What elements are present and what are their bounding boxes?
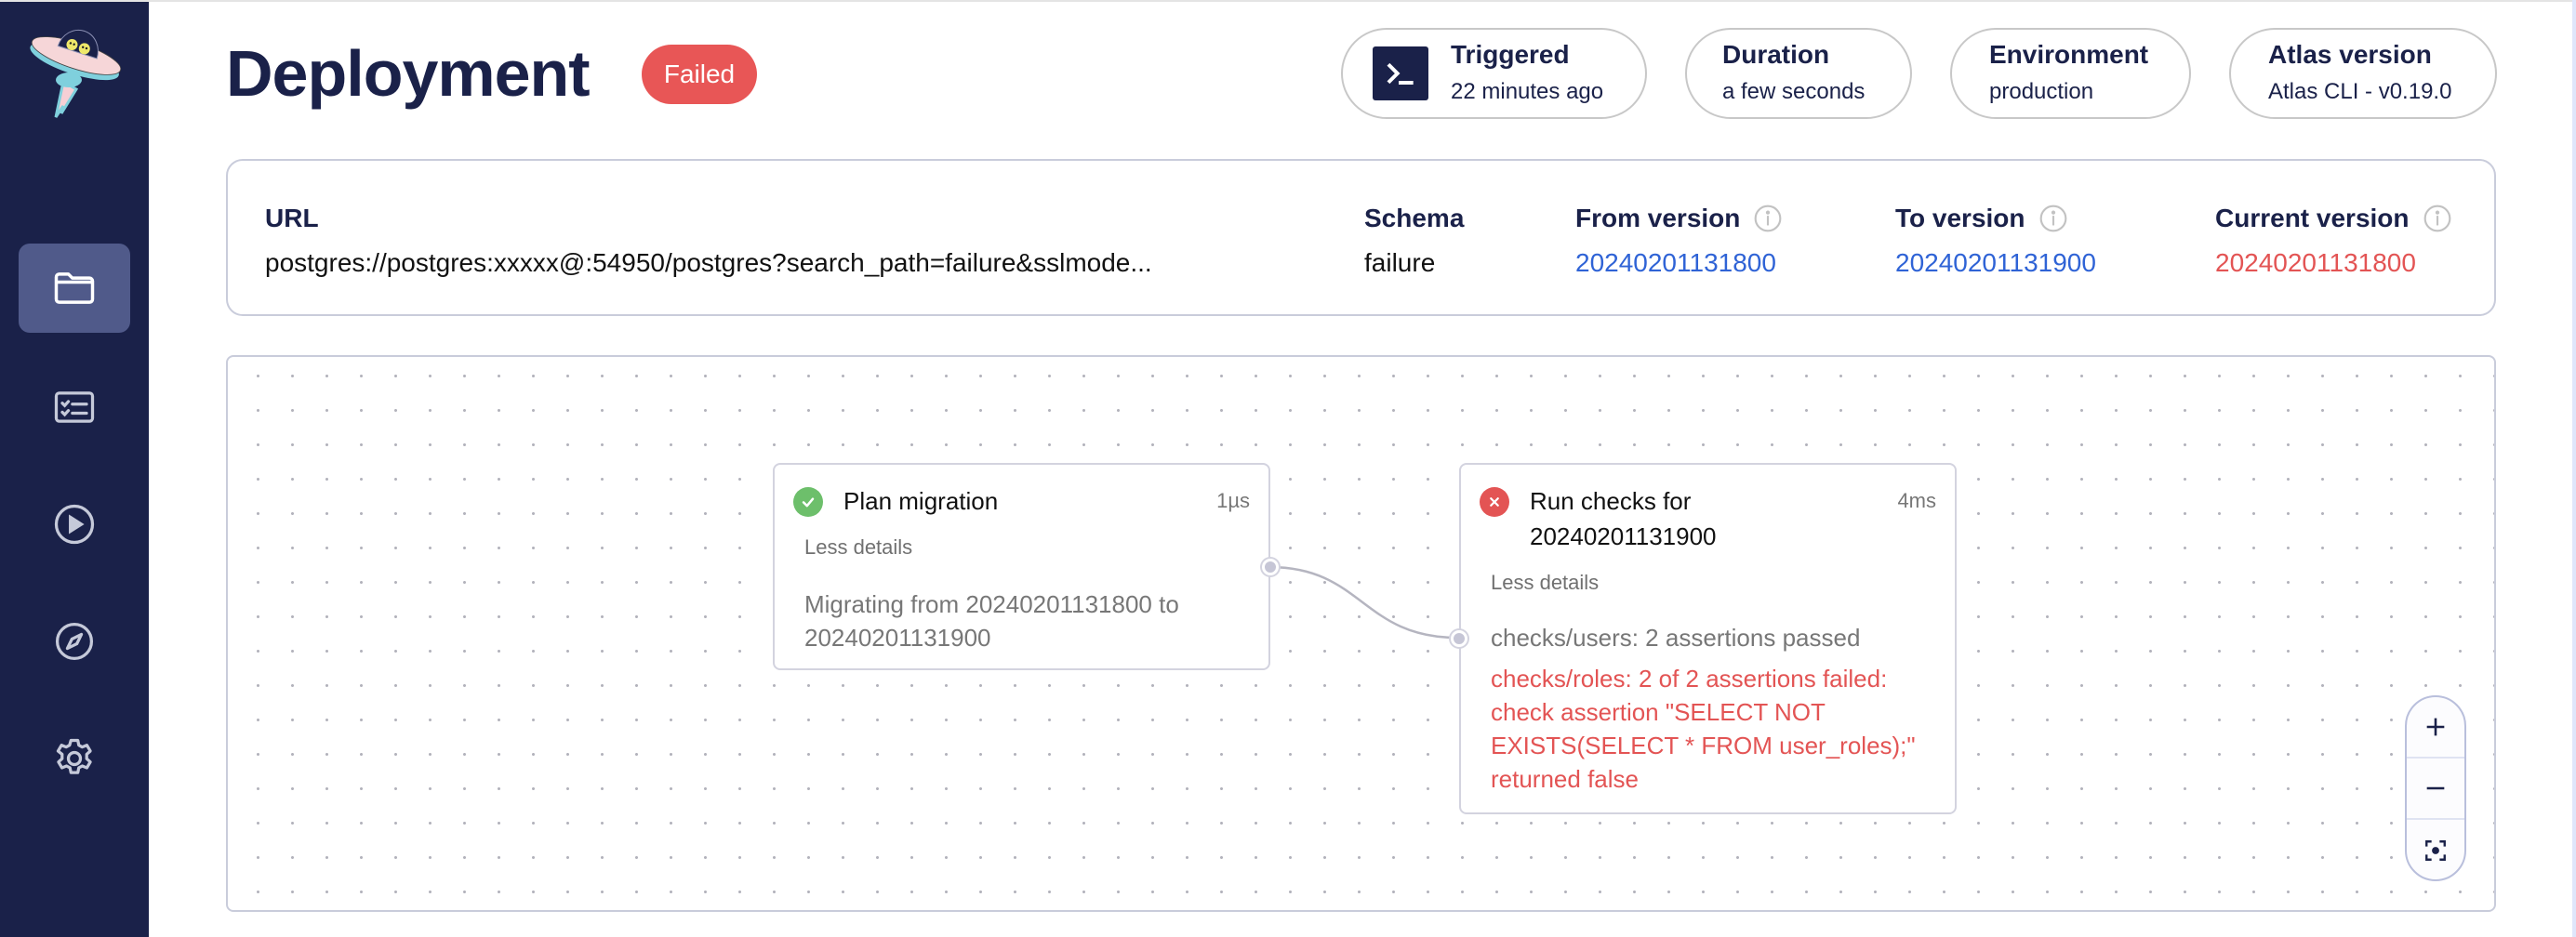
triggered-pill: Triggered 22 minutes ago (1341, 28, 1647, 119)
atlas-version-pill: Atlas version Atlas CLI - v0.19.0 (2229, 28, 2497, 119)
schema-field: Schema failure (1364, 202, 1464, 280)
sidebar-item-explore[interactable] (19, 597, 130, 686)
node-title: Plan migration (843, 487, 999, 515)
plus-icon (2426, 718, 2445, 736)
scrollbar-track[interactable] (2572, 0, 2576, 937)
status-badge: Failed (642, 45, 757, 104)
zoom-in-button[interactable] (2407, 697, 2464, 759)
sidebar-item-settings[interactable] (19, 714, 130, 803)
atlas-logo[interactable] (22, 17, 126, 121)
flow-edge (1268, 565, 1458, 640)
triggered-value: 22 minutes ago (1451, 79, 1604, 104)
gear-icon (56, 738, 92, 774)
from-version-link[interactable]: 20240201131800 (1575, 246, 1783, 280)
info-icon[interactable] (2423, 204, 2452, 233)
environment-pill: Environment production (1950, 28, 2191, 119)
node-title: Run checks for 20240201131900 (1530, 487, 1717, 550)
output-handle[interactable] (1262, 559, 1279, 575)
checklist-icon (54, 391, 95, 423)
flow-canvas[interactable]: Plan migration 1µs Less details Migratin… (226, 355, 2496, 912)
url-field: URL postgres://postgres:xxxxx@:54950/pos… (265, 202, 1152, 280)
flow-node-run-checks[interactable]: Run checks for 20240201131900 4ms Less d… (1451, 463, 1957, 814)
current-version-value: 20240201131800 (2215, 248, 2416, 277)
url-label: URL (265, 204, 319, 232)
window-top-border (0, 0, 2576, 2)
triggered-label: Triggered (1451, 40, 1570, 69)
sidebar-item-projects[interactable] (19, 244, 130, 333)
node-error-detail: checks/roles: 2 of 2 assertions failed: … (1491, 665, 1916, 793)
minus-icon (2426, 786, 2445, 790)
schema-label: Schema (1364, 204, 1465, 232)
sidebar-item-runs[interactable] (19, 480, 130, 569)
info-icon[interactable] (1753, 204, 1783, 233)
input-handle[interactable] (1451, 630, 1467, 647)
sidebar-item-checklist[interactable] (19, 363, 130, 452)
deployment-info-card: URL postgres://postgres:xxxxx@:54950/pos… (226, 159, 2496, 316)
from-version-field: From version 20240201131800 (1575, 202, 1783, 280)
atlas-version-label: Atlas version (2268, 40, 2432, 69)
fit-view-icon (2425, 840, 2446, 861)
flow-node-plan-migration[interactable]: Plan migration 1µs Less details Migratin… (773, 463, 1279, 670)
current-version-field: Current version 20240201131800 (2215, 202, 2452, 280)
folder-icon (54, 272, 95, 304)
to-version-link[interactable]: 20240201131900 (1895, 246, 2096, 280)
page-title: Deployment (226, 37, 591, 110)
play-circle-icon (54, 504, 95, 545)
flow-edges (1268, 565, 1458, 640)
atlas-version-value: Atlas CLI - v0.19.0 (2268, 79, 2452, 104)
duration-pill: Duration a few seconds (1685, 28, 1912, 119)
zoom-controls (2405, 695, 2466, 881)
schema-value: failure (1364, 248, 1436, 277)
node-duration: 1µs (1216, 489, 1250, 512)
from-version-label: From version (1575, 204, 1741, 232)
info-icon[interactable] (2038, 204, 2068, 233)
url-value: postgres://postgres:xxxxx@:54950/postgre… (265, 248, 1152, 277)
environment-value: production (1989, 79, 2094, 104)
sidebar (0, 2, 149, 937)
to-version-label: To version (1895, 204, 2025, 232)
node-detail: checks/users: 2 assertions passed (1491, 624, 1861, 652)
duration-label: Duration (1722, 40, 1830, 69)
current-version-label: Current version (2215, 204, 2410, 232)
success-check-icon (793, 487, 823, 517)
less-details-toggle[interactable]: Less details (804, 535, 912, 560)
duration-value: a few seconds (1722, 79, 1866, 104)
to-version-field: To version 20240201131900 (1895, 202, 2096, 280)
terminal-icon (1373, 46, 1428, 100)
fit-view-button[interactable] (2407, 820, 2464, 879)
less-details-toggle[interactable]: Less details (1491, 571, 1599, 595)
error-x-icon (1480, 487, 1509, 517)
zoom-out-button[interactable] (2407, 759, 2464, 820)
environment-label: Environment (1989, 40, 2149, 69)
node-duration: 4ms (1897, 489, 1936, 512)
node-detail: Migrating from 20240201131800 to 2024020… (804, 590, 1179, 652)
compass-icon (55, 622, 94, 661)
